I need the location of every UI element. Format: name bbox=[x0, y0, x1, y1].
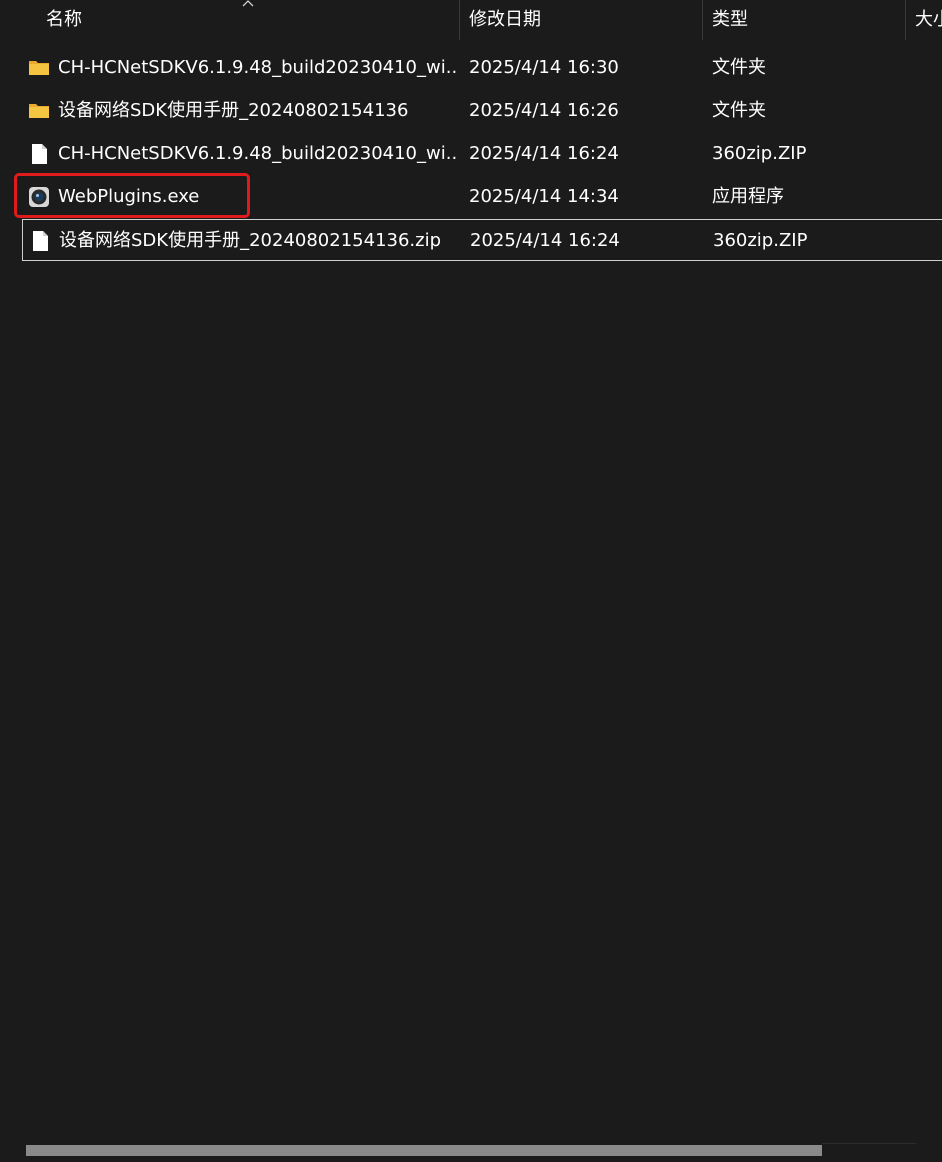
file-explorer-window: 名称 修改日期 类型 大小 CH-HCNetSDKV6.1.9.48_build… bbox=[0, 0, 942, 1162]
file-type: 文件夹 bbox=[712, 100, 766, 121]
file-date: 2025/4/14 16:26 bbox=[469, 100, 619, 121]
column-header-name[interactable]: 名称 bbox=[46, 0, 446, 40]
column-header-type[interactable]: 类型 bbox=[712, 0, 897, 40]
file-type: 360zip.ZIP bbox=[712, 143, 807, 164]
horizontal-scrollbar-thumb[interactable] bbox=[26, 1145, 822, 1156]
column-header-size[interactable]: 大小 bbox=[915, 0, 942, 40]
file-name: CH-HCNetSDKV6.1.9.48_build20230410_wi... bbox=[58, 143, 458, 164]
column-divider[interactable] bbox=[702, 0, 703, 40]
column-header-bar: 名称 修改日期 类型 大小 bbox=[0, 0, 942, 40]
horizontal-scrollbar-track-end bbox=[822, 1143, 916, 1144]
file-row[interactable]: CH-HCNetSDKV6.1.9.48_build20230410_wi...… bbox=[22, 47, 942, 89]
folder-icon bbox=[29, 61, 49, 75]
document-icon bbox=[32, 144, 47, 164]
column-divider[interactable] bbox=[459, 0, 460, 40]
file-type: 应用程序 bbox=[712, 186, 784, 207]
file-date: 2025/4/14 16:30 bbox=[469, 57, 619, 78]
file-date: 2025/4/14 14:34 bbox=[469, 186, 619, 207]
file-name: 设备网络SDK使用手册_20240802154136 bbox=[58, 100, 409, 121]
file-date: 2025/4/14 16:24 bbox=[469, 143, 619, 164]
file-type: 文件夹 bbox=[712, 57, 766, 78]
app-camera-icon bbox=[29, 187, 49, 207]
file-row[interactable]: WebPlugins.exe 2025/4/14 14:34 应用程序 bbox=[22, 176, 942, 218]
file-name: CH-HCNetSDKV6.1.9.48_build20230410_wi... bbox=[58, 57, 458, 78]
file-name: WebPlugins.exe bbox=[58, 186, 200, 207]
file-row[interactable]: 设备网络SDK使用手册_20240802154136 2025/4/14 16:… bbox=[22, 90, 942, 132]
column-divider[interactable] bbox=[905, 0, 906, 40]
folder-icon bbox=[29, 104, 49, 118]
column-header-date[interactable]: 修改日期 bbox=[469, 0, 694, 40]
file-date: 2025/4/14 16:24 bbox=[470, 230, 620, 251]
file-row[interactable]: 设备网络SDK使用手册_20240802154136.zip 2025/4/14… bbox=[22, 219, 942, 261]
document-icon bbox=[33, 231, 48, 251]
horizontal-scrollbar[interactable] bbox=[26, 1143, 916, 1158]
file-row[interactable]: CH-HCNetSDKV6.1.9.48_build20230410_wi...… bbox=[22, 133, 942, 175]
file-name: 设备网络SDK使用手册_20240802154136.zip bbox=[59, 230, 442, 251]
file-type: 360zip.ZIP bbox=[713, 230, 808, 251]
